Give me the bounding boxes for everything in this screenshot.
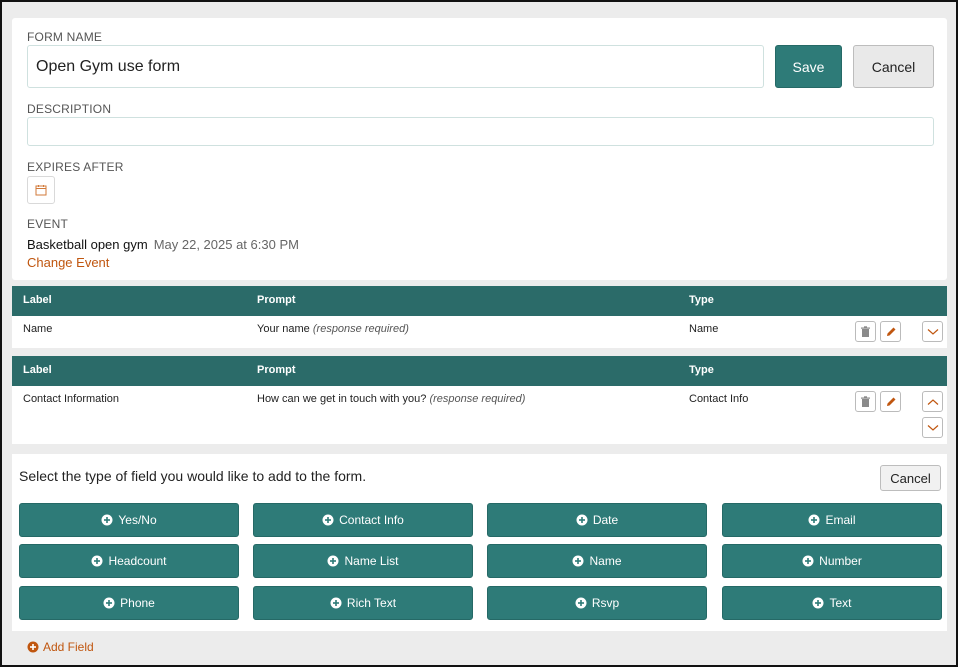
plus-circle-icon <box>327 555 339 567</box>
form-name-input[interactable] <box>27 45 764 88</box>
chevron-down-icon <box>927 424 938 431</box>
required-note: (response required) <box>312 323 409 335</box>
move-down-button[interactable] <box>922 321 943 342</box>
calendar-icon <box>35 185 47 196</box>
plus-circle-icon <box>330 597 342 609</box>
add-contact-info-button[interactable]: Contact Info <box>253 503 473 537</box>
trash-icon <box>861 395 870 407</box>
header-prompt: Prompt <box>257 364 296 376</box>
row-prompt-text: How can we get in touch with you? <box>257 393 427 405</box>
add-number-button[interactable]: Number <box>722 544 942 578</box>
row-type: Name <box>689 323 719 335</box>
plus-circle-icon <box>91 555 103 567</box>
field-type-label: Yes/No <box>118 513 157 527</box>
field-type-cancel-button[interactable]: Cancel <box>880 465 941 491</box>
form-name-label: FORM NAME <box>27 30 103 44</box>
row-type: Contact Info <box>689 393 749 405</box>
add-field-label: Add Field <box>43 640 94 654</box>
chevron-up-icon <box>927 398 938 405</box>
table-row: Contact Information How can we get in to… <box>12 386 947 444</box>
chevron-down-icon <box>927 328 938 335</box>
add-rsvp-button[interactable]: Rsvp <box>487 586 707 620</box>
event-label: EVENT <box>27 217 69 231</box>
description-label: DESCRIPTION <box>27 102 112 116</box>
header-prompt: Prompt <box>257 294 296 306</box>
edit-button[interactable] <box>880 321 901 342</box>
field-type-label: Phone <box>120 596 155 610</box>
field-type-label: Name <box>589 554 622 568</box>
plus-circle-icon <box>103 597 115 609</box>
trash-icon <box>861 325 870 337</box>
field-type-label: Text <box>829 596 852 610</box>
row-prompt: Your name (response required) <box>257 323 409 335</box>
plus-circle-icon <box>572 555 584 567</box>
delete-button[interactable] <box>855 391 876 412</box>
add-headcount-button[interactable]: Headcount <box>19 544 239 578</box>
edit-button[interactable] <box>880 391 901 412</box>
event-date: May 22, 2025 at 6:30 PM <box>153 237 299 252</box>
row-prompt-text: Your name <box>257 323 310 335</box>
table-header: Label Prompt Type <box>12 286 947 316</box>
add-name-list-button[interactable]: Name List <box>253 544 473 578</box>
app-frame: FORM NAME Save Cancel DESCRIPTION EXPIRE… <box>0 0 958 667</box>
field-type-label: Contact Info <box>339 513 404 527</box>
field-type-label: Rsvp <box>591 596 620 610</box>
plus-circle-icon <box>27 641 39 653</box>
add-field-link[interactable]: Add Field <box>27 640 94 654</box>
add-email-button[interactable]: Email <box>722 503 942 537</box>
plus-circle-icon <box>802 555 814 567</box>
plus-circle-icon <box>808 514 820 526</box>
row-label: Contact Information <box>23 393 119 405</box>
row-prompt: How can we get in touch with you? (respo… <box>257 393 525 405</box>
header-label: Label <box>23 294 52 306</box>
field-type-prompt: Select the type of field you would like … <box>19 468 367 484</box>
plus-circle-icon <box>101 514 113 526</box>
expires-date-picker[interactable] <box>27 176 55 204</box>
plus-circle-icon <box>322 514 334 526</box>
event-info: Basketball open gym May 22, 2025 at 6:30 … <box>27 237 299 252</box>
field-type-label: Number <box>819 554 862 568</box>
field-table-contact: Label Prompt Type Contact Information Ho… <box>12 356 947 444</box>
plus-circle-icon <box>576 514 588 526</box>
add-text-button[interactable]: Text <box>722 586 942 620</box>
required-note: (response required) <box>429 393 526 405</box>
add-phone-button[interactable]: Phone <box>19 586 239 620</box>
add-rich-text-button[interactable]: Rich Text <box>253 586 473 620</box>
move-up-button[interactable] <box>922 391 943 412</box>
field-type-label: Date <box>592 513 619 527</box>
field-type-label: Name List <box>344 554 399 568</box>
field-type-selector: Select the type of field you would like … <box>12 454 947 631</box>
pencil-icon <box>886 397 895 406</box>
description-input[interactable] <box>27 117 934 146</box>
form-details-card: FORM NAME Save Cancel DESCRIPTION EXPIRE… <box>12 18 947 280</box>
header-label: Label <box>23 364 52 376</box>
delete-button[interactable] <box>855 321 876 342</box>
table-row: Name Your name (response required) Name <box>12 316 947 348</box>
save-button[interactable]: Save <box>775 45 842 88</box>
expires-after-label: EXPIRES AFTER <box>27 160 124 174</box>
header-type: Type <box>689 294 714 306</box>
plus-circle-icon <box>575 597 587 609</box>
event-name: Basketball open gym <box>27 237 148 252</box>
pencil-icon <box>886 327 895 336</box>
row-label: Name <box>23 323 53 335</box>
header-type: Type <box>689 364 714 376</box>
add-date-button[interactable]: Date <box>487 503 707 537</box>
plus-circle-icon <box>812 597 824 609</box>
cancel-button[interactable]: Cancel <box>853 45 934 88</box>
change-event-link[interactable]: Change Event <box>27 255 109 270</box>
field-type-label: Email <box>825 513 856 527</box>
table-header: Label Prompt Type <box>12 356 947 386</box>
move-down-button[interactable] <box>922 417 943 438</box>
field-table-name: Label Prompt Type Name Your name (respon… <box>12 286 947 348</box>
add-name-button[interactable]: Name <box>487 544 707 578</box>
field-type-label: Headcount <box>108 554 167 568</box>
add-yes-no-button[interactable]: Yes/No <box>19 503 239 537</box>
field-type-label: Rich Text <box>346 596 397 610</box>
